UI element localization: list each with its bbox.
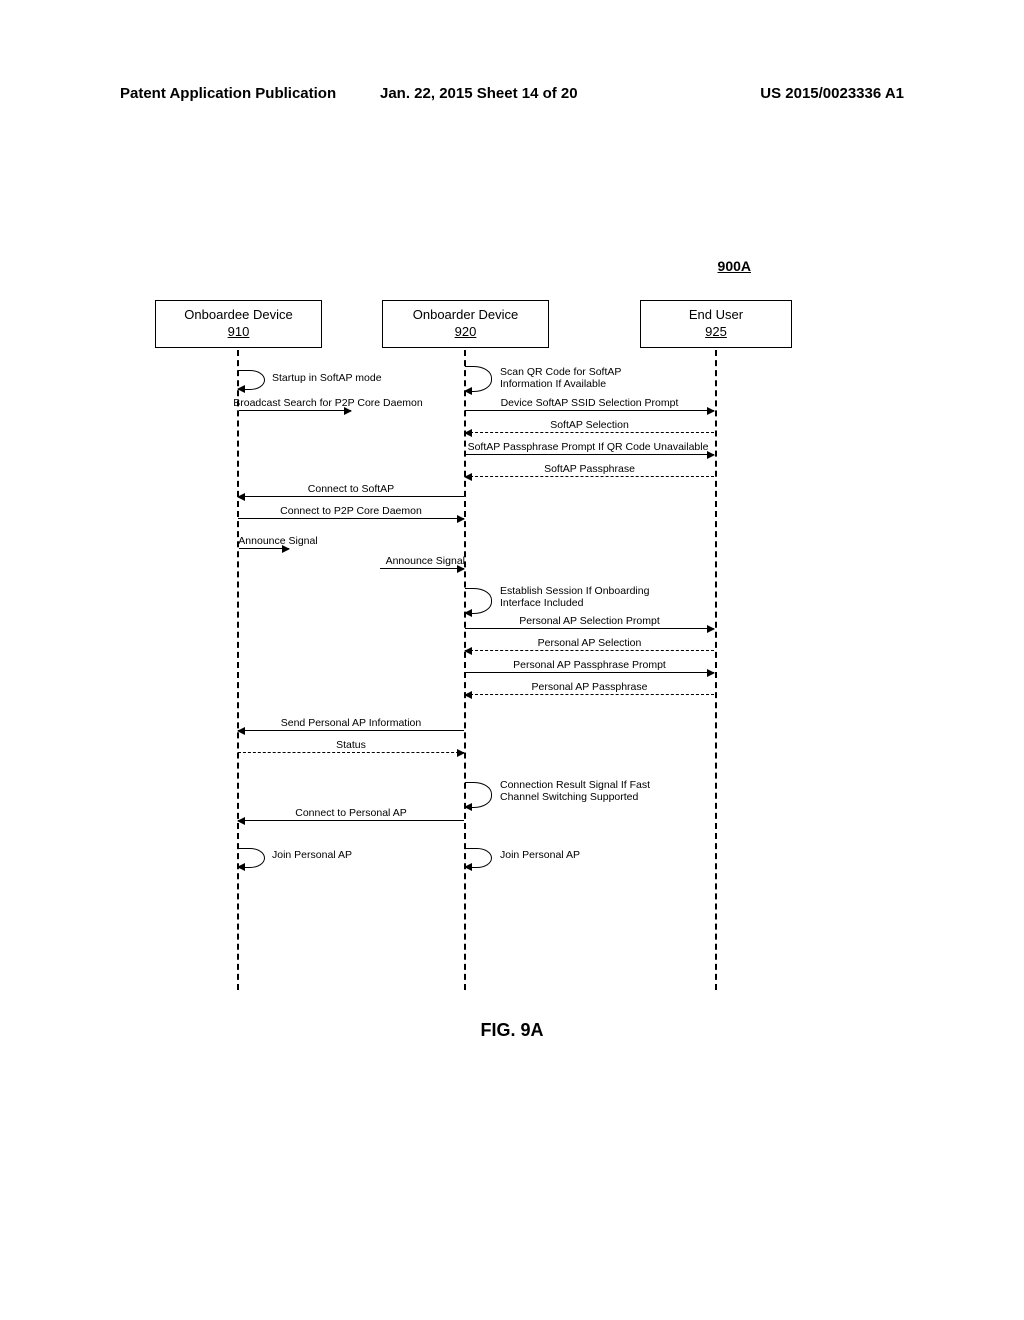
participant-num: 925: [641, 324, 791, 339]
arrow-icon: [239, 548, 289, 549]
msg-join-pap2: Join Personal AP: [500, 850, 620, 862]
msg-pap-prompt: Personal AP Selection Prompt: [465, 616, 714, 628]
header-date-sheet: Jan. 22, 2015 Sheet 14 of 20: [380, 85, 578, 102]
msg-pap-pass: Personal AP Passphrase: [465, 682, 714, 694]
msg-softap-sel: SoftAP Selection: [465, 420, 714, 432]
arrow-icon: [465, 672, 714, 673]
participant-num: 910: [156, 324, 321, 339]
msg-softap-pass: SoftAP Passphrase: [465, 464, 714, 476]
arrow-icon: [465, 410, 714, 411]
participant-num: 920: [383, 324, 548, 339]
selfmsg-icon: [238, 848, 265, 868]
msg-establish: Establish Session If Onboarding Interfac…: [500, 586, 670, 609]
participant-name: Onboardee Device: [156, 307, 321, 322]
arrow-icon: [465, 476, 714, 477]
arrow-icon: [465, 432, 714, 433]
participant-name: End User: [641, 307, 791, 322]
selfmsg-icon: [465, 782, 492, 808]
selfmsg-icon: [465, 848, 492, 868]
msg-scan-qr: Scan QR Code for SoftAP Information If A…: [500, 367, 650, 390]
participant-name: Onboarder Device: [383, 307, 548, 322]
arrow-icon: [380, 568, 464, 569]
msg-conn-softap: Connect to SoftAP: [238, 484, 464, 496]
msg-pap-sel: Personal AP Selection: [465, 638, 714, 650]
participant-onboardee: Onboardee Device 910: [155, 300, 322, 348]
msg-pass-prompt: SoftAP Passphrase Prompt If QR Code Unav…: [453, 442, 723, 454]
arrow-icon: [465, 454, 714, 455]
arrow-icon: [238, 496, 464, 497]
msg-conn-result: Connection Result Signal If Fast Channel…: [500, 780, 680, 803]
participant-enduser: End User 925: [640, 300, 792, 348]
lifeline-onboardee: [237, 350, 239, 990]
msg-status: Status: [238, 740, 464, 752]
arrow-icon: [238, 820, 464, 821]
msg-announce2: Announce Signal: [375, 556, 465, 568]
arrow-icon: [465, 694, 714, 695]
figure-reference: 900A: [718, 258, 751, 274]
selfmsg-icon: [465, 366, 492, 392]
arrow-icon: [465, 628, 714, 629]
msg-pap-pass-prompt: Personal AP Passphrase Prompt: [465, 660, 714, 672]
msg-send-pap: Send Personal AP Information: [238, 718, 464, 730]
msg-announce1: Announce Signal: [228, 536, 328, 548]
figure-label: FIG. 9A: [0, 1020, 1024, 1041]
msg-conn-pap: Connect to Personal AP: [238, 808, 464, 820]
msg-ssid-prompt: Device SoftAP SSID Selection Prompt: [465, 398, 714, 410]
msg-broadcast: Broadcast Search for P2P Core Daemon: [228, 398, 428, 410]
selfmsg-icon: [465, 588, 492, 614]
header-pubnum: US 2015/0023336 A1: [760, 85, 904, 102]
msg-conn-daemon: Connect to P2P Core Daemon: [238, 506, 464, 518]
arrow-icon: [238, 518, 464, 519]
arrow-icon: [238, 752, 464, 753]
arrow-icon: [465, 650, 714, 651]
participant-onboarder: Onboarder Device 920: [382, 300, 549, 348]
page: Patent Application Publication Jan. 22, …: [0, 0, 1024, 1320]
header-publication: Patent Application Publication: [120, 85, 336, 102]
sequence-diagram: Onboardee Device 910 Onboarder Device 92…: [130, 300, 880, 1000]
msg-join-pap1: Join Personal AP: [272, 850, 392, 862]
arrow-icon: [238, 730, 464, 731]
arrow-icon: [239, 410, 351, 411]
msg-startup: Startup in SoftAP mode: [272, 373, 412, 385]
selfmsg-icon: [238, 370, 265, 390]
